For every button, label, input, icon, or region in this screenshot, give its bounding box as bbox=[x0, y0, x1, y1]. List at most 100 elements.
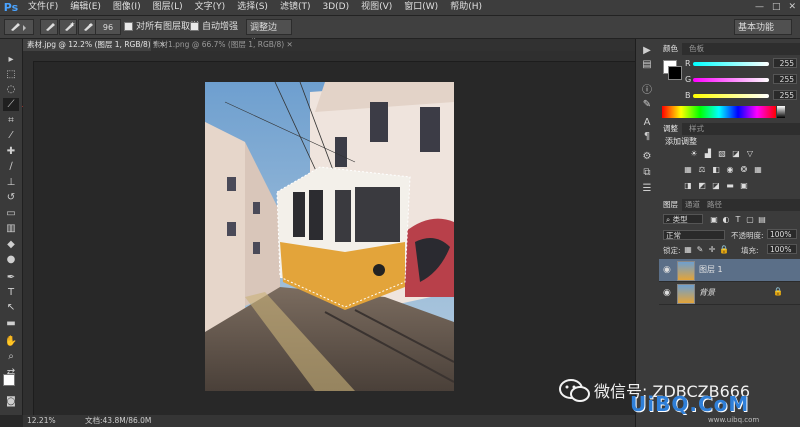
photo-filter-icon[interactable]: ◉ bbox=[725, 165, 735, 174]
tab-color[interactable]: 颜色 bbox=[659, 43, 682, 55]
tab-swatches[interactable]: 色板 bbox=[685, 43, 708, 55]
background-layer-name[interactable]: 背景 bbox=[699, 287, 715, 298]
filter-pixel-icon[interactable]: ▣ bbox=[709, 215, 719, 224]
black-white-icon[interactable]: ◧ bbox=[711, 165, 721, 174]
subtract-selection-mode-button[interactable]: - bbox=[78, 19, 96, 35]
layer1-name[interactable]: 图层 1 bbox=[699, 264, 723, 275]
tab-document-1[interactable]: 素材.jpg @ 12.2% (图层 1, RGB/8) * ✕ bbox=[23, 39, 166, 51]
filter-shape-icon[interactable]: ▢ bbox=[745, 215, 755, 224]
healing-brush-tool-icon[interactable]: ✚ bbox=[3, 145, 19, 158]
tab-document-2[interactable]: 素材1.png @ 66.7% (图层 1, RGB/8) ✕ bbox=[149, 39, 297, 51]
zoom-tool-icon[interactable]: ⌕ bbox=[3, 350, 19, 363]
exposure-icon[interactable]: ◪ bbox=[731, 149, 741, 158]
brightness-icon[interactable]: ☀ bbox=[689, 149, 699, 158]
layer-row-layer1[interactable]: ◉ 图层 1 bbox=[659, 259, 800, 282]
tool-preset-picker[interactable] bbox=[4, 19, 34, 35]
history-brush-tool-icon[interactable]: ↺ bbox=[3, 191, 19, 204]
curves-icon[interactable]: ▧ bbox=[717, 149, 727, 158]
blue-slider[interactable] bbox=[693, 94, 769, 98]
color-spectrum-bar[interactable] bbox=[662, 106, 776, 118]
shape-tool-icon[interactable]: ▬ bbox=[3, 317, 19, 330]
brush-size-picker[interactable]: 96 bbox=[95, 19, 121, 35]
pen-tool-icon[interactable]: ✒ bbox=[3, 271, 19, 284]
auto-enhance-checkbox[interactable] bbox=[190, 22, 199, 31]
document-image[interactable] bbox=[205, 82, 454, 391]
type-tool-icon[interactable]: T bbox=[3, 286, 19, 299]
close-button[interactable]: ✕ bbox=[788, 0, 796, 15]
lock-all-icon[interactable]: 🔒 bbox=[719, 245, 729, 254]
blur-tool-icon[interactable]: ◆ bbox=[3, 238, 19, 251]
levels-icon[interactable]: ▟ bbox=[703, 149, 713, 158]
menu-3d[interactable]: 3D(D) bbox=[316, 0, 355, 15]
posterize-icon[interactable]: ◩ bbox=[697, 181, 707, 190]
tab-paths[interactable]: 路径 bbox=[703, 199, 726, 211]
eraser-tool-icon[interactable]: ▭ bbox=[3, 207, 19, 220]
color-background-swatch[interactable] bbox=[668, 66, 682, 80]
selective-color-icon[interactable]: ▣ bbox=[739, 181, 749, 190]
menu-view[interactable]: 视图(V) bbox=[355, 0, 398, 15]
lock-transparent-icon[interactable]: ▦ bbox=[683, 245, 693, 254]
tab-styles[interactable]: 样式 bbox=[685, 123, 708, 135]
tool-presets-icon[interactable]: ⚙ bbox=[640, 151, 654, 163]
lasso-tool-icon[interactable]: ◌ bbox=[3, 83, 19, 96]
minimize-button[interactable]: — bbox=[755, 0, 764, 15]
hand-tool-icon[interactable]: ✋ bbox=[3, 335, 19, 348]
color-balance-icon[interactable]: ⚖ bbox=[697, 165, 707, 174]
new-selection-mode-button[interactable] bbox=[40, 19, 58, 35]
hue-saturation-icon[interactable]: ▦ bbox=[683, 165, 693, 174]
gradient-map-icon[interactable]: ▬ bbox=[725, 181, 735, 190]
menu-window[interactable]: 窗口(W) bbox=[398, 0, 444, 15]
menu-edit[interactable]: 编辑(E) bbox=[64, 0, 107, 15]
vibrance-icon[interactable]: ▽ bbox=[745, 149, 755, 158]
filter-adjustment-icon[interactable]: ◐ bbox=[721, 215, 731, 224]
character-panel-icon[interactable]: A bbox=[640, 117, 654, 129]
lock-position-icon[interactable]: ✛ bbox=[707, 245, 717, 254]
gradient-tool-icon[interactable]: ▥ bbox=[3, 222, 19, 235]
filter-smart-object-icon[interactable]: ▤ bbox=[757, 215, 767, 224]
filter-type-icon[interactable]: T bbox=[733, 215, 743, 224]
path-selection-tool-icon[interactable]: ↖ bbox=[3, 301, 19, 314]
zoom-level[interactable]: 12.21% bbox=[27, 415, 56, 427]
red-slider[interactable] bbox=[693, 62, 769, 66]
grayscale-ramp[interactable] bbox=[777, 106, 785, 118]
menu-type[interactable]: 文字(Y) bbox=[189, 0, 232, 15]
crop-tool-icon[interactable]: ⌗ bbox=[3, 114, 19, 127]
visibility-eye-icon[interactable]: ◉ bbox=[663, 265, 671, 275]
quick-mask-icon[interactable]: ◙ bbox=[3, 395, 19, 408]
paragraph-panel-icon[interactable]: ¶ bbox=[640, 131, 654, 143]
threshold-icon[interactable]: ◪ bbox=[711, 181, 721, 190]
sample-all-layers-checkbox[interactable] bbox=[124, 22, 133, 31]
invert-icon[interactable]: ◨ bbox=[683, 181, 693, 190]
red-value[interactable]: 255 bbox=[773, 58, 797, 68]
quick-selection-tool-icon[interactable]: ⟋ bbox=[3, 98, 19, 111]
brush-tool-icon[interactable]: ∕ bbox=[3, 160, 19, 173]
tab-adjustments[interactable]: 调整 bbox=[659, 123, 682, 135]
menu-help[interactable]: 帮助(H) bbox=[444, 0, 488, 15]
color-lookup-icon[interactable]: ▦ bbox=[753, 165, 763, 174]
blue-value[interactable]: 255 bbox=[773, 90, 797, 100]
marquee-tool-icon[interactable]: ⬚ bbox=[3, 68, 19, 81]
tab-layers[interactable]: 图层 bbox=[659, 199, 682, 211]
lock-image-icon[interactable]: ✎ bbox=[695, 245, 705, 254]
eyedropper-tool-icon[interactable]: ⁄ bbox=[3, 129, 19, 142]
menu-select[interactable]: 选择(S) bbox=[231, 0, 274, 15]
visibility-eye-icon[interactable]: ◉ bbox=[663, 288, 671, 298]
history-panel-icon[interactable]: ▶ bbox=[640, 45, 654, 57]
add-selection-mode-button[interactable]: + bbox=[59, 19, 77, 35]
blend-mode-select[interactable]: 正常 bbox=[663, 230, 725, 240]
clone-stamp-tool-icon[interactable]: ⊥ bbox=[3, 176, 19, 189]
opacity-field[interactable]: 100% bbox=[767, 229, 797, 239]
green-value[interactable]: 255 bbox=[773, 74, 797, 84]
dodge-tool-icon[interactable]: ● bbox=[3, 253, 19, 266]
workspace-select[interactable]: 基本功能 bbox=[734, 19, 792, 35]
menu-image[interactable]: 图像(I) bbox=[107, 0, 147, 15]
refine-edge-button[interactable]: 调整边缘... bbox=[246, 19, 292, 49]
menu-file[interactable]: 文件(F) bbox=[22, 0, 64, 15]
info-panel-icon[interactable]: ⓘ bbox=[640, 85, 654, 97]
channel-mixer-icon[interactable]: ❂ bbox=[739, 165, 749, 174]
actions-panel-icon[interactable]: ▤ bbox=[640, 59, 654, 71]
layer-kind-filter[interactable]: ⌕ 类型 bbox=[663, 214, 703, 224]
menu-layer[interactable]: 图层(L) bbox=[147, 0, 189, 15]
layer-row-background[interactable]: ◉ 背景 🔒 bbox=[659, 282, 800, 305]
properties-panel-icon[interactable]: ☰ bbox=[640, 183, 654, 195]
